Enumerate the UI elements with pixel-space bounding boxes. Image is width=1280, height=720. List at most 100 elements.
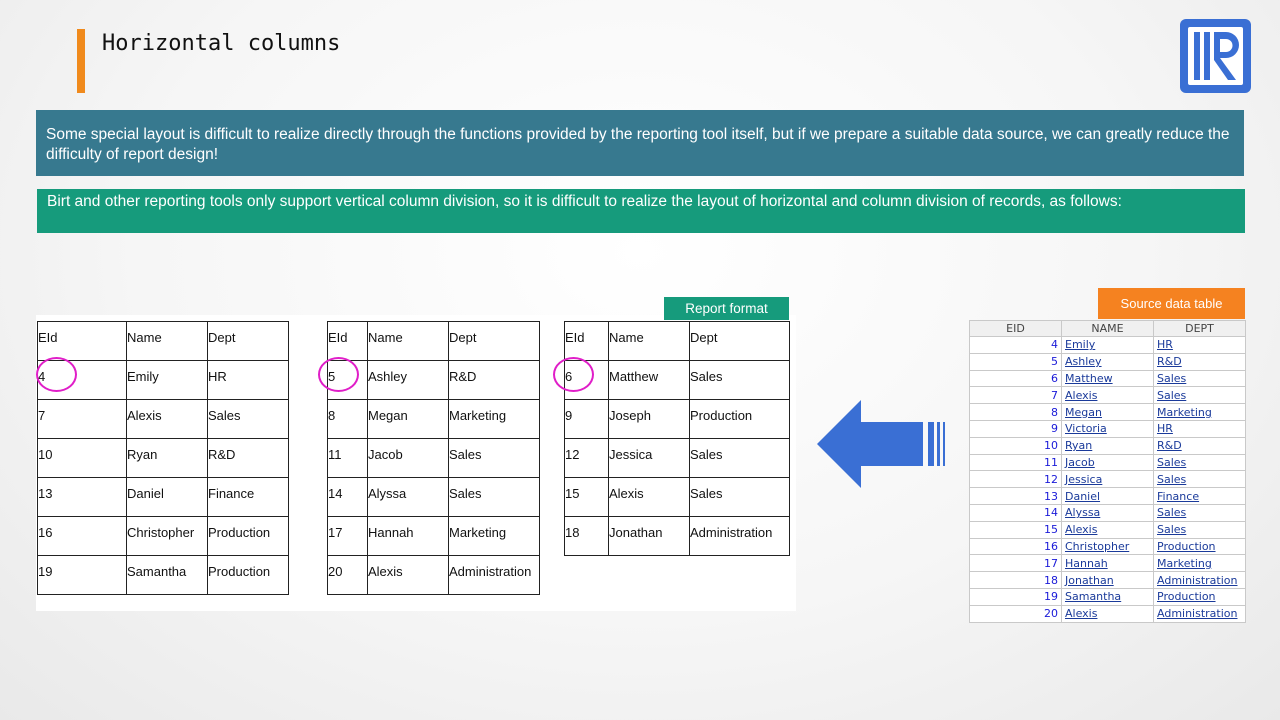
report-header-cell: EId — [327, 321, 368, 361]
source-dept-link[interactable]: Sales — [1153, 520, 1246, 539]
report-header-cell: Dept — [207, 321, 289, 361]
report-cell: 14 — [327, 477, 368, 517]
source-name-link[interactable]: Emily — [1061, 336, 1154, 354]
report-cell: Production — [689, 399, 790, 439]
report-table-1: EId Name Dept 4 Emily HR 7 Alexis Sales 10 Ryan R&D… — [37, 321, 289, 595]
source-dept-link[interactable]: Production — [1153, 537, 1246, 556]
source-dept-link[interactable]: Sales — [1153, 453, 1246, 472]
source-eid-cell: 11 — [969, 453, 1062, 472]
report-cell: 11 — [327, 438, 368, 478]
source-dept-link[interactable]: Administration — [1153, 604, 1246, 623]
source-name-link[interactable]: Victoria — [1061, 419, 1154, 438]
source-name-link[interactable]: Daniel — [1061, 487, 1154, 505]
report-cell: Samantha — [126, 555, 208, 595]
report-cell: Production — [207, 555, 289, 595]
source-name-link[interactable]: Jacob — [1061, 453, 1154, 472]
report-cell: 19 — [37, 555, 127, 595]
report-cell: Sales — [689, 477, 790, 517]
table-row: 8 Megan Marketing — [327, 399, 540, 439]
report-cell: 13 — [37, 477, 127, 517]
report-cell: Alexis — [126, 399, 208, 439]
source-eid-cell: 15 — [969, 520, 1062, 539]
report-cell: HR — [207, 360, 289, 400]
report-cell: Administration — [448, 555, 540, 595]
report-header-cell: Dept — [448, 321, 540, 361]
source-dept-link[interactable]: Sales — [1153, 369, 1246, 388]
table-row: 13 Daniel Finance — [969, 487, 1246, 505]
source-header-eid: EID — [969, 320, 1062, 337]
table-row: 4 Emily HR — [969, 336, 1246, 354]
report-cell: 10 — [37, 438, 127, 478]
report-header-cell: Name — [367, 321, 449, 361]
source-dept-link[interactable]: Sales — [1153, 503, 1246, 522]
source-name-link[interactable]: Ryan — [1061, 436, 1154, 455]
table-row: 14 Alyssa Sales — [969, 503, 1246, 522]
report-cell: 15 — [564, 477, 609, 517]
source-name-link[interactable]: Samantha — [1061, 587, 1154, 606]
source-name-link[interactable]: Alexis — [1061, 520, 1154, 539]
table-row: 10 Ryan R&D — [969, 436, 1246, 455]
report-cell: Production — [207, 516, 289, 556]
source-eid-cell: 17 — [969, 554, 1062, 573]
report-cell: Administration — [689, 516, 790, 556]
source-name-link[interactable]: Christopher — [1061, 537, 1154, 556]
report-cell: Emily — [126, 360, 208, 400]
source-name-link[interactable]: Jonathan — [1061, 571, 1154, 589]
report-cell: Marketing — [448, 516, 540, 556]
source-eid-cell: 16 — [969, 537, 1062, 556]
report-cell: 17 — [327, 516, 368, 556]
report-cell: Megan — [367, 399, 449, 439]
source-name-link[interactable]: Alyssa — [1061, 503, 1154, 522]
table-row: 20 Alexis Administration — [327, 555, 540, 595]
source-eid-cell: 6 — [969, 369, 1062, 388]
source-name-link[interactable]: Alexis — [1061, 604, 1154, 623]
source-dept-link[interactable]: Sales — [1153, 470, 1246, 489]
report-table-2: EId Name Dept 5 Ashley R&D 8 Megan Marketing 11 Ja… — [327, 321, 540, 595]
report-cell: Sales — [448, 438, 540, 478]
r-logo-icon — [1180, 19, 1251, 93]
source-dept-link[interactable]: Marketing — [1153, 554, 1246, 573]
source-dept-link[interactable]: Finance — [1153, 487, 1246, 505]
title-accent-bar — [77, 29, 85, 93]
table-row: 14 Alyssa Sales — [327, 477, 540, 517]
report-cell: Alyssa — [367, 477, 449, 517]
source-dept-link[interactable]: R&D — [1153, 436, 1246, 455]
source-header-dept: DEPT — [1153, 320, 1246, 337]
source-dept-link[interactable]: Production — [1153, 587, 1246, 606]
source-eid-cell: 20 — [969, 604, 1062, 623]
source-dept-link[interactable]: Marketing — [1153, 403, 1246, 421]
table-row: 5 Ashley R&D — [327, 360, 540, 400]
table-row: 16 Christopher Production — [969, 537, 1246, 556]
source-name-link[interactable]: Jessica — [1061, 470, 1154, 489]
table-row: 15 Alexis Sales — [969, 520, 1246, 539]
source-dept-link[interactable]: R&D — [1153, 352, 1246, 371]
report-cell: 8 — [327, 399, 368, 439]
source-name-link[interactable]: Megan — [1061, 403, 1154, 421]
report-table-3: EId Name Dept 6 Matthew Sales 9 Joseph Productio… — [564, 321, 790, 556]
source-dept-link[interactable]: HR — [1153, 419, 1246, 438]
source-name-link[interactable]: Alexis — [1061, 386, 1154, 405]
source-eid-cell: 5 — [969, 352, 1062, 371]
report-cell: Sales — [448, 477, 540, 517]
report-cell: Matthew — [608, 360, 690, 400]
report-cell: Jacob — [367, 438, 449, 478]
highlight-circle — [553, 357, 594, 392]
report-header-cell: Name — [126, 321, 208, 361]
source-dept-link[interactable]: HR — [1153, 336, 1246, 354]
source-name-link[interactable]: Ashley — [1061, 352, 1154, 371]
source-header-name: NAME — [1061, 320, 1154, 337]
table-row: 8 Megan Marketing — [969, 403, 1246, 421]
report-header-cell: EId — [564, 321, 609, 361]
source-name-link[interactable]: Hannah — [1061, 554, 1154, 573]
source-dept-link[interactable]: Administration — [1153, 571, 1246, 589]
source-dept-link[interactable]: Sales — [1153, 386, 1246, 405]
source-name-link[interactable]: Matthew — [1061, 369, 1154, 388]
table-row: 9 Victoria HR — [969, 419, 1246, 438]
source-eid-cell: 12 — [969, 470, 1062, 489]
report-cell: Alexis — [367, 555, 449, 595]
report-cell: 16 — [37, 516, 127, 556]
report-header-row: EId Name Dept — [564, 321, 790, 361]
table-row: 5 Ashley R&D — [969, 352, 1246, 371]
table-row: 12 Jessica Sales — [969, 470, 1246, 489]
report-cell: Christopher — [126, 516, 208, 556]
